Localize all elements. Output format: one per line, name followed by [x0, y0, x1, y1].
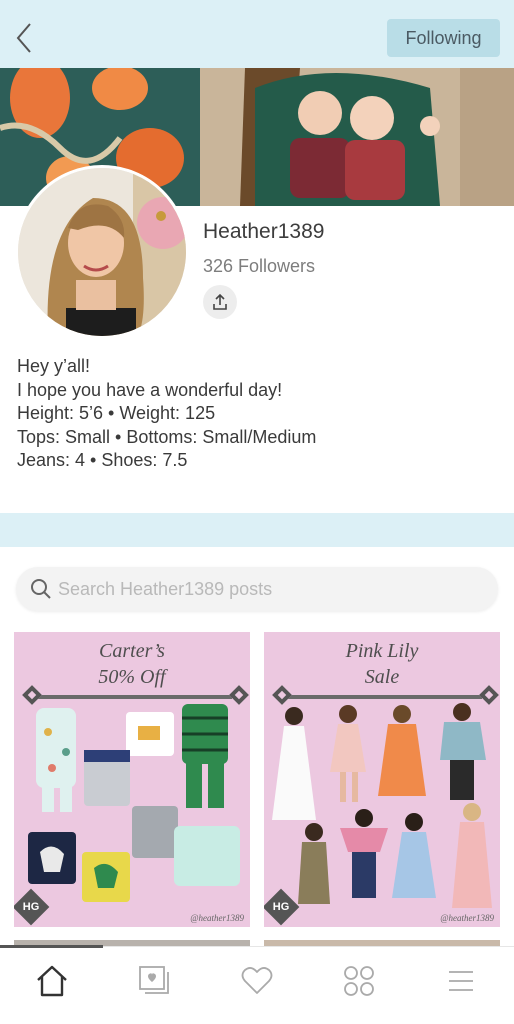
search-bar[interactable] [16, 567, 498, 611]
top-bar: Following [0, 0, 514, 68]
avatar[interactable] [15, 165, 189, 339]
share-icon[interactable] [203, 285, 237, 319]
title-divider [288, 695, 482, 699]
post-card-pink-lily[interactable]: Pink Lily Sale HG @heather1389 [264, 632, 500, 927]
bottom-tab-bar [0, 945, 514, 1024]
menu-icon[interactable] [436, 959, 486, 1003]
bio-line: Hey y’all! [17, 356, 91, 376]
bio-line: Height: 5’6 • Weight: 125 [17, 403, 216, 423]
post-watermark: @heather1389 [440, 913, 494, 923]
search-icon [30, 578, 52, 600]
title-divider [38, 695, 232, 699]
post-title: Carter’s [99, 640, 165, 662]
post-title: Pink Lily [345, 640, 419, 662]
profile-bio: Hey y’all! I hope you have a wonderful d… [17, 355, 316, 473]
following-button[interactable]: Following [387, 19, 500, 57]
womens-fashion-image [272, 703, 492, 908]
bio-line: Tops: Small • Bottoms: Small/Medium [17, 426, 317, 447]
heart-icon[interactable] [232, 959, 282, 1003]
home-icon[interactable] [27, 959, 77, 1003]
active-tab-indicator [0, 945, 103, 948]
search-input[interactable] [58, 567, 478, 611]
post-subtitle: Sale [364, 666, 400, 688]
post-subtitle: 50% Off [98, 666, 166, 688]
photos-icon[interactable] [129, 959, 179, 1003]
section-divider [0, 513, 514, 547]
back-chevron-icon[interactable] [10, 20, 42, 56]
kids-clothes-image [28, 704, 240, 902]
profile-username: Heather1389 [203, 220, 325, 243]
grid-icon[interactable] [334, 959, 384, 1003]
post-card-carters[interactable]: Carter’s 50% Off HG @heather1389 [14, 632, 250, 927]
bio-line: Jeans: 4 • Shoes: 7.5 [17, 450, 188, 470]
followers-count[interactable]: 326 Followers [203, 256, 315, 277]
bio-line: I hope you have a wonderful day! [17, 379, 283, 400]
post-watermark: @heather1389 [190, 913, 244, 923]
